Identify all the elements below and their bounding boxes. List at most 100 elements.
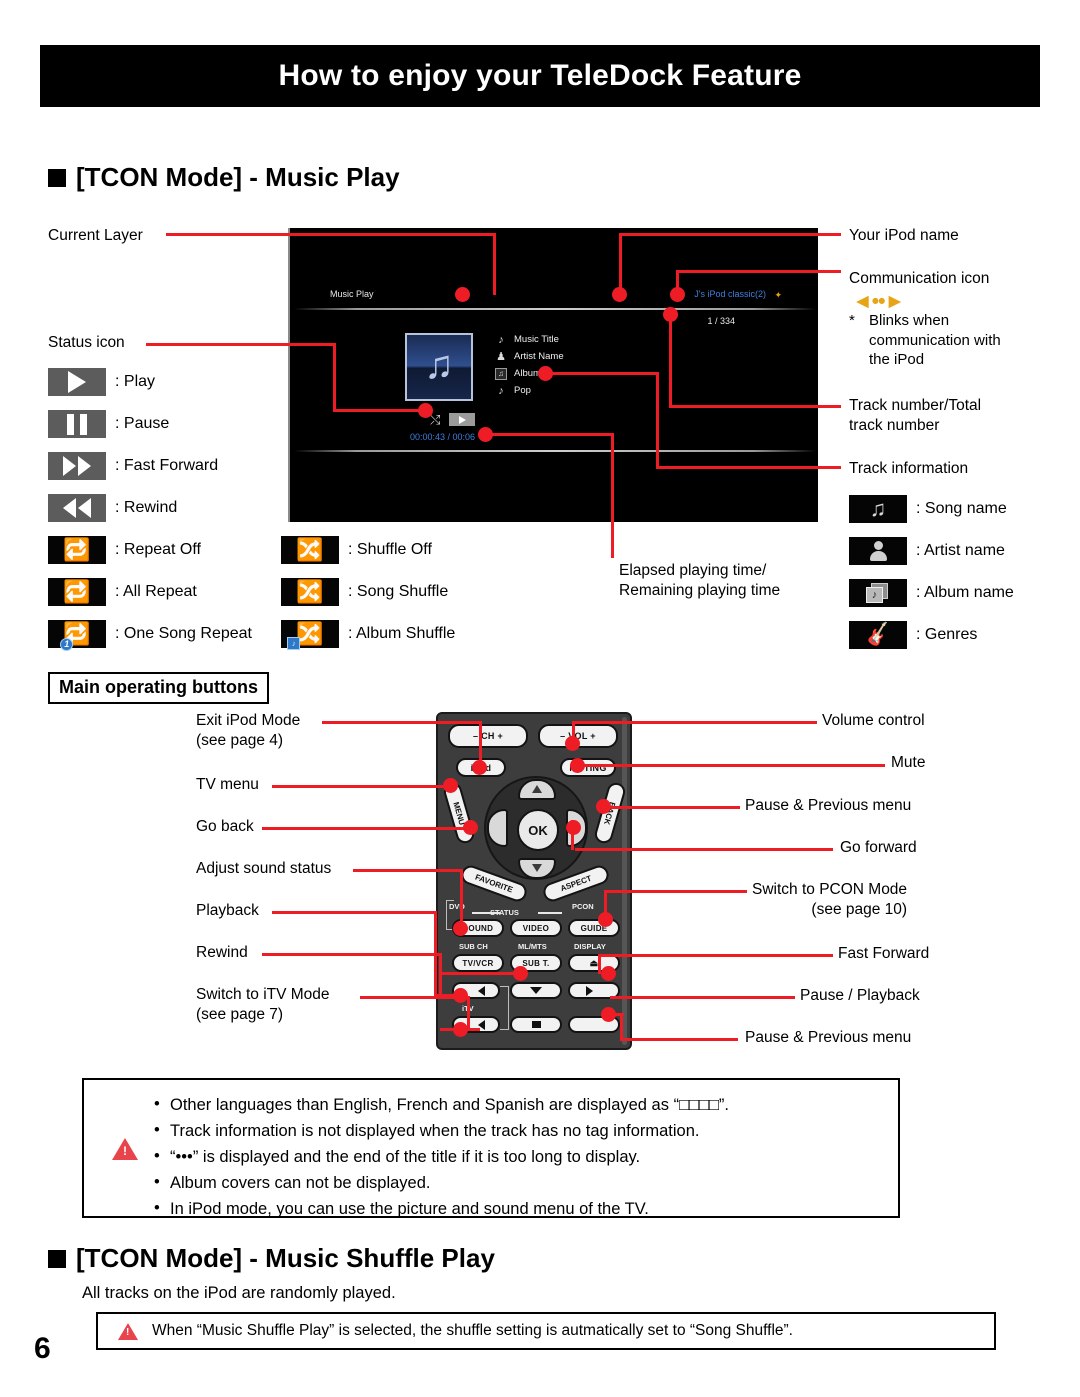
play-icon: [48, 368, 106, 396]
legend-ff-label: : Fast Forward: [115, 457, 219, 474]
callout-line-current-layer: [166, 233, 496, 236]
note-item: Album covers can not be displayed.: [154, 1169, 884, 1196]
album-shuffle-icon: 🔀 ♪: [281, 620, 339, 650]
song-shuffle-icon: 🔀: [281, 578, 339, 606]
label-rewind: Rewind: [196, 944, 248, 961]
muting-button[interactable]: MUTING: [560, 758, 616, 777]
legend-all-repeat: 🔁 : All Repeat: [48, 578, 197, 606]
legend-pause: : Pause: [48, 410, 169, 438]
communication-icon: ✦: [774, 290, 782, 300]
callout-dot-comm-icon: [670, 287, 685, 302]
callout-line-trackno-v: [669, 312, 672, 408]
section-heading-shuffle-play: [TCON Mode] - Music Shuffle Play: [48, 1243, 495, 1274]
legend-all-repeat-label: : All Repeat: [115, 583, 197, 600]
legend-shuffle-off-label: : Shuffle Off: [348, 541, 432, 558]
tv-info-song: Music Title: [514, 334, 559, 345]
tv-info-row-genre: ♪ Pop: [495, 382, 564, 399]
song-note-icon: ♪: [498, 333, 504, 346]
tv-vcr-button[interactable]: TV/VCR: [452, 954, 504, 972]
legend-fast-forward: : Fast Forward: [48, 452, 218, 480]
tv-info-artist: Artist Name: [514, 351, 564, 362]
label-pause-previous-menu-top: Pause & Previous menu: [745, 797, 912, 814]
line-itv-v: [467, 996, 470, 1030]
callout-line-trackinfo-h: [545, 372, 659, 375]
callout-dot-current-layer: [455, 287, 470, 302]
tv-info-row-song: ♪ Music Title: [495, 331, 564, 348]
dot-volume: [565, 736, 580, 751]
legend-album-shuffle: 🔀 ♪ : Album Shuffle: [281, 620, 455, 650]
line-exit-ipod-h2: [442, 721, 482, 724]
label-track-information: Track information: [849, 460, 969, 477]
artist-name-icon: [849, 537, 907, 565]
playback-button[interactable]: [510, 982, 562, 999]
note-item: Other languages than English, French and…: [154, 1091, 884, 1118]
video-button[interactable]: VIDEO: [510, 919, 562, 937]
label-status-icon: Status icon: [48, 334, 125, 351]
label-exit-ipod-mode: Exit iPod Mode (see page 4): [196, 712, 301, 750]
dpad-up-arrow-icon: [532, 785, 542, 793]
callout-dot-ipod-name: [612, 287, 627, 302]
line-pause-prev-bottom-h2: [610, 1013, 624, 1016]
shuffle-off-icon: 🔀: [281, 536, 339, 564]
label-fast-forward: Fast Forward: [838, 945, 930, 962]
line-playback-h: [272, 911, 437, 914]
legend-artist-name-label: : Artist name: [916, 542, 1005, 559]
label-track-number: Track number/Total track number: [849, 397, 982, 435]
shuffle-warning-box: ! When “Music Shuffle Play” is selected,…: [96, 1312, 996, 1350]
legend-one-song-repeat: 🔁 1 : One Song Repeat: [48, 620, 252, 651]
label-switch-itv-mode: Switch to iTV Mode (see page 7): [196, 986, 330, 1024]
button-group-bracket: [500, 986, 509, 1030]
status-rule-right: [538, 912, 562, 914]
ml-mts-caption: ML/MTS: [518, 942, 547, 951]
legend-pause-label: : Pause: [115, 415, 170, 432]
label-volume-control: Volume control: [822, 712, 925, 729]
song-name-icon: ♫: [849, 495, 907, 523]
dot-mute: [570, 758, 585, 773]
section-heading-music-play: [TCON Mode] - Music Play: [48, 162, 400, 193]
callout-line-elapsed-v: [611, 433, 614, 558]
shuffle-description: All tracks on the iPod are randomly play…: [82, 1284, 396, 1302]
pause-icon: [48, 410, 106, 438]
tv-info-row-artist: ♟ Artist Name: [495, 348, 564, 365]
legend-song-shuffle: 🔀 : Song Shuffle: [281, 578, 448, 606]
shuffle-warning-text: When “Music Shuffle Play” is selected, t…: [152, 1322, 793, 1339]
label-switch-pcon-mode: Switch to PCON Mode (see page 10): [752, 881, 908, 919]
line-tv-menu: [272, 785, 452, 788]
line-exit-ipod-v: [479, 721, 482, 765]
legend-play: : Play: [48, 368, 155, 396]
tv-info-genre: Pop: [514, 385, 531, 396]
person-icon: ♟: [496, 351, 506, 363]
dot-adjust-sound: [453, 921, 468, 936]
page-number: 6: [34, 1332, 51, 1365]
line-pause-playback: [610, 996, 795, 999]
callout-line-trackinfo: [656, 466, 841, 469]
warning-triangle-icon: !: [118, 1323, 138, 1340]
line-itv-h: [360, 996, 470, 999]
notes-box: ! Other languages than English, French a…: [82, 1078, 900, 1221]
legend-genres-label: : Genres: [916, 626, 978, 643]
label-communication-icon: Communication icon: [849, 270, 990, 287]
label-pause-playback: Pause / Playback: [800, 987, 920, 1004]
legend-song-shuffle-label: : Song Shuffle: [348, 583, 449, 600]
label-mute: Mute: [891, 754, 926, 771]
callout-dot-elapsed: [478, 427, 493, 442]
section-heading-label: [TCON Mode] - Music Play: [76, 162, 400, 192]
ok-button[interactable]: OK: [517, 809, 559, 851]
tv-track-info-list: ♪ Music Title ♟ Artist Name ♫ Album ♪ Po…: [495, 331, 564, 399]
dpad-left[interactable]: [487, 809, 508, 847]
channel-button[interactable]: – CH +: [448, 724, 528, 748]
label-elapsed-time: Elapsed playing time/ Remaining playing …: [619, 562, 781, 600]
dot-pause-prev-top: [596, 799, 611, 814]
stop-button[interactable]: [510, 1016, 562, 1033]
dpad-down-arrow-icon: [532, 864, 542, 872]
dot-tv-menu: [443, 778, 458, 793]
label-pause-previous-menu-bottom: Pause & Previous menu: [745, 1029, 912, 1046]
guitar-icon: ♪: [498, 384, 504, 397]
label-current-layer: Current Layer: [48, 227, 143, 244]
repeat-off-icon: 🔁: [48, 536, 106, 564]
line-pcon-v: [604, 890, 607, 918]
callout-line-comm-icon: [676, 270, 841, 273]
tv-divider-bottom: [294, 450, 816, 452]
label-comm-star: *: [849, 312, 855, 329]
callout-line-elapsed-h: [486, 433, 614, 436]
